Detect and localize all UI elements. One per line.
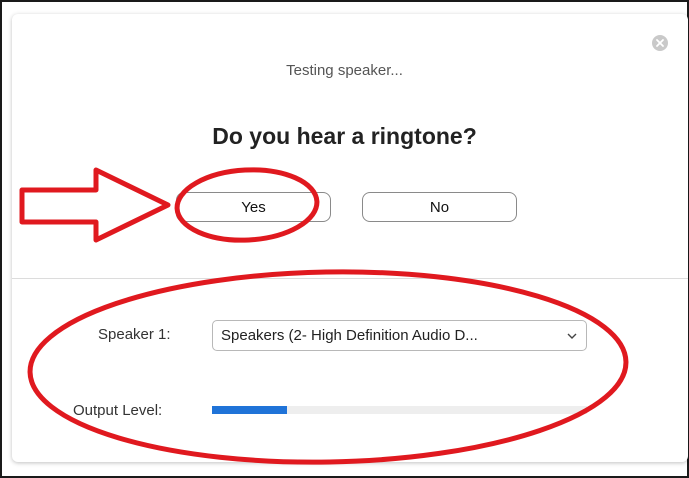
speaker-select[interactable]: Speakers (2- High Definition Audio D... bbox=[212, 320, 587, 351]
close-icon bbox=[656, 39, 664, 47]
close-button[interactable] bbox=[652, 35, 668, 51]
section-divider bbox=[12, 278, 688, 279]
speaker-selected-value: Speakers (2- High Definition Audio D... bbox=[221, 327, 478, 344]
ringtone-question: Do you hear a ringtone? bbox=[212, 123, 477, 149]
output-level-label: Output Level: bbox=[73, 402, 163, 419]
no-button[interactable]: No bbox=[362, 192, 517, 222]
output-level-fill bbox=[212, 406, 287, 414]
chevron-down-icon bbox=[567, 333, 577, 339]
output-level-meter bbox=[212, 406, 587, 414]
speaker-test-dialog bbox=[12, 14, 688, 462]
speaker-label: Speaker 1: bbox=[98, 326, 171, 343]
yes-button[interactable]: Yes bbox=[176, 192, 331, 222]
testing-status-text: Testing speaker... bbox=[286, 62, 403, 79]
